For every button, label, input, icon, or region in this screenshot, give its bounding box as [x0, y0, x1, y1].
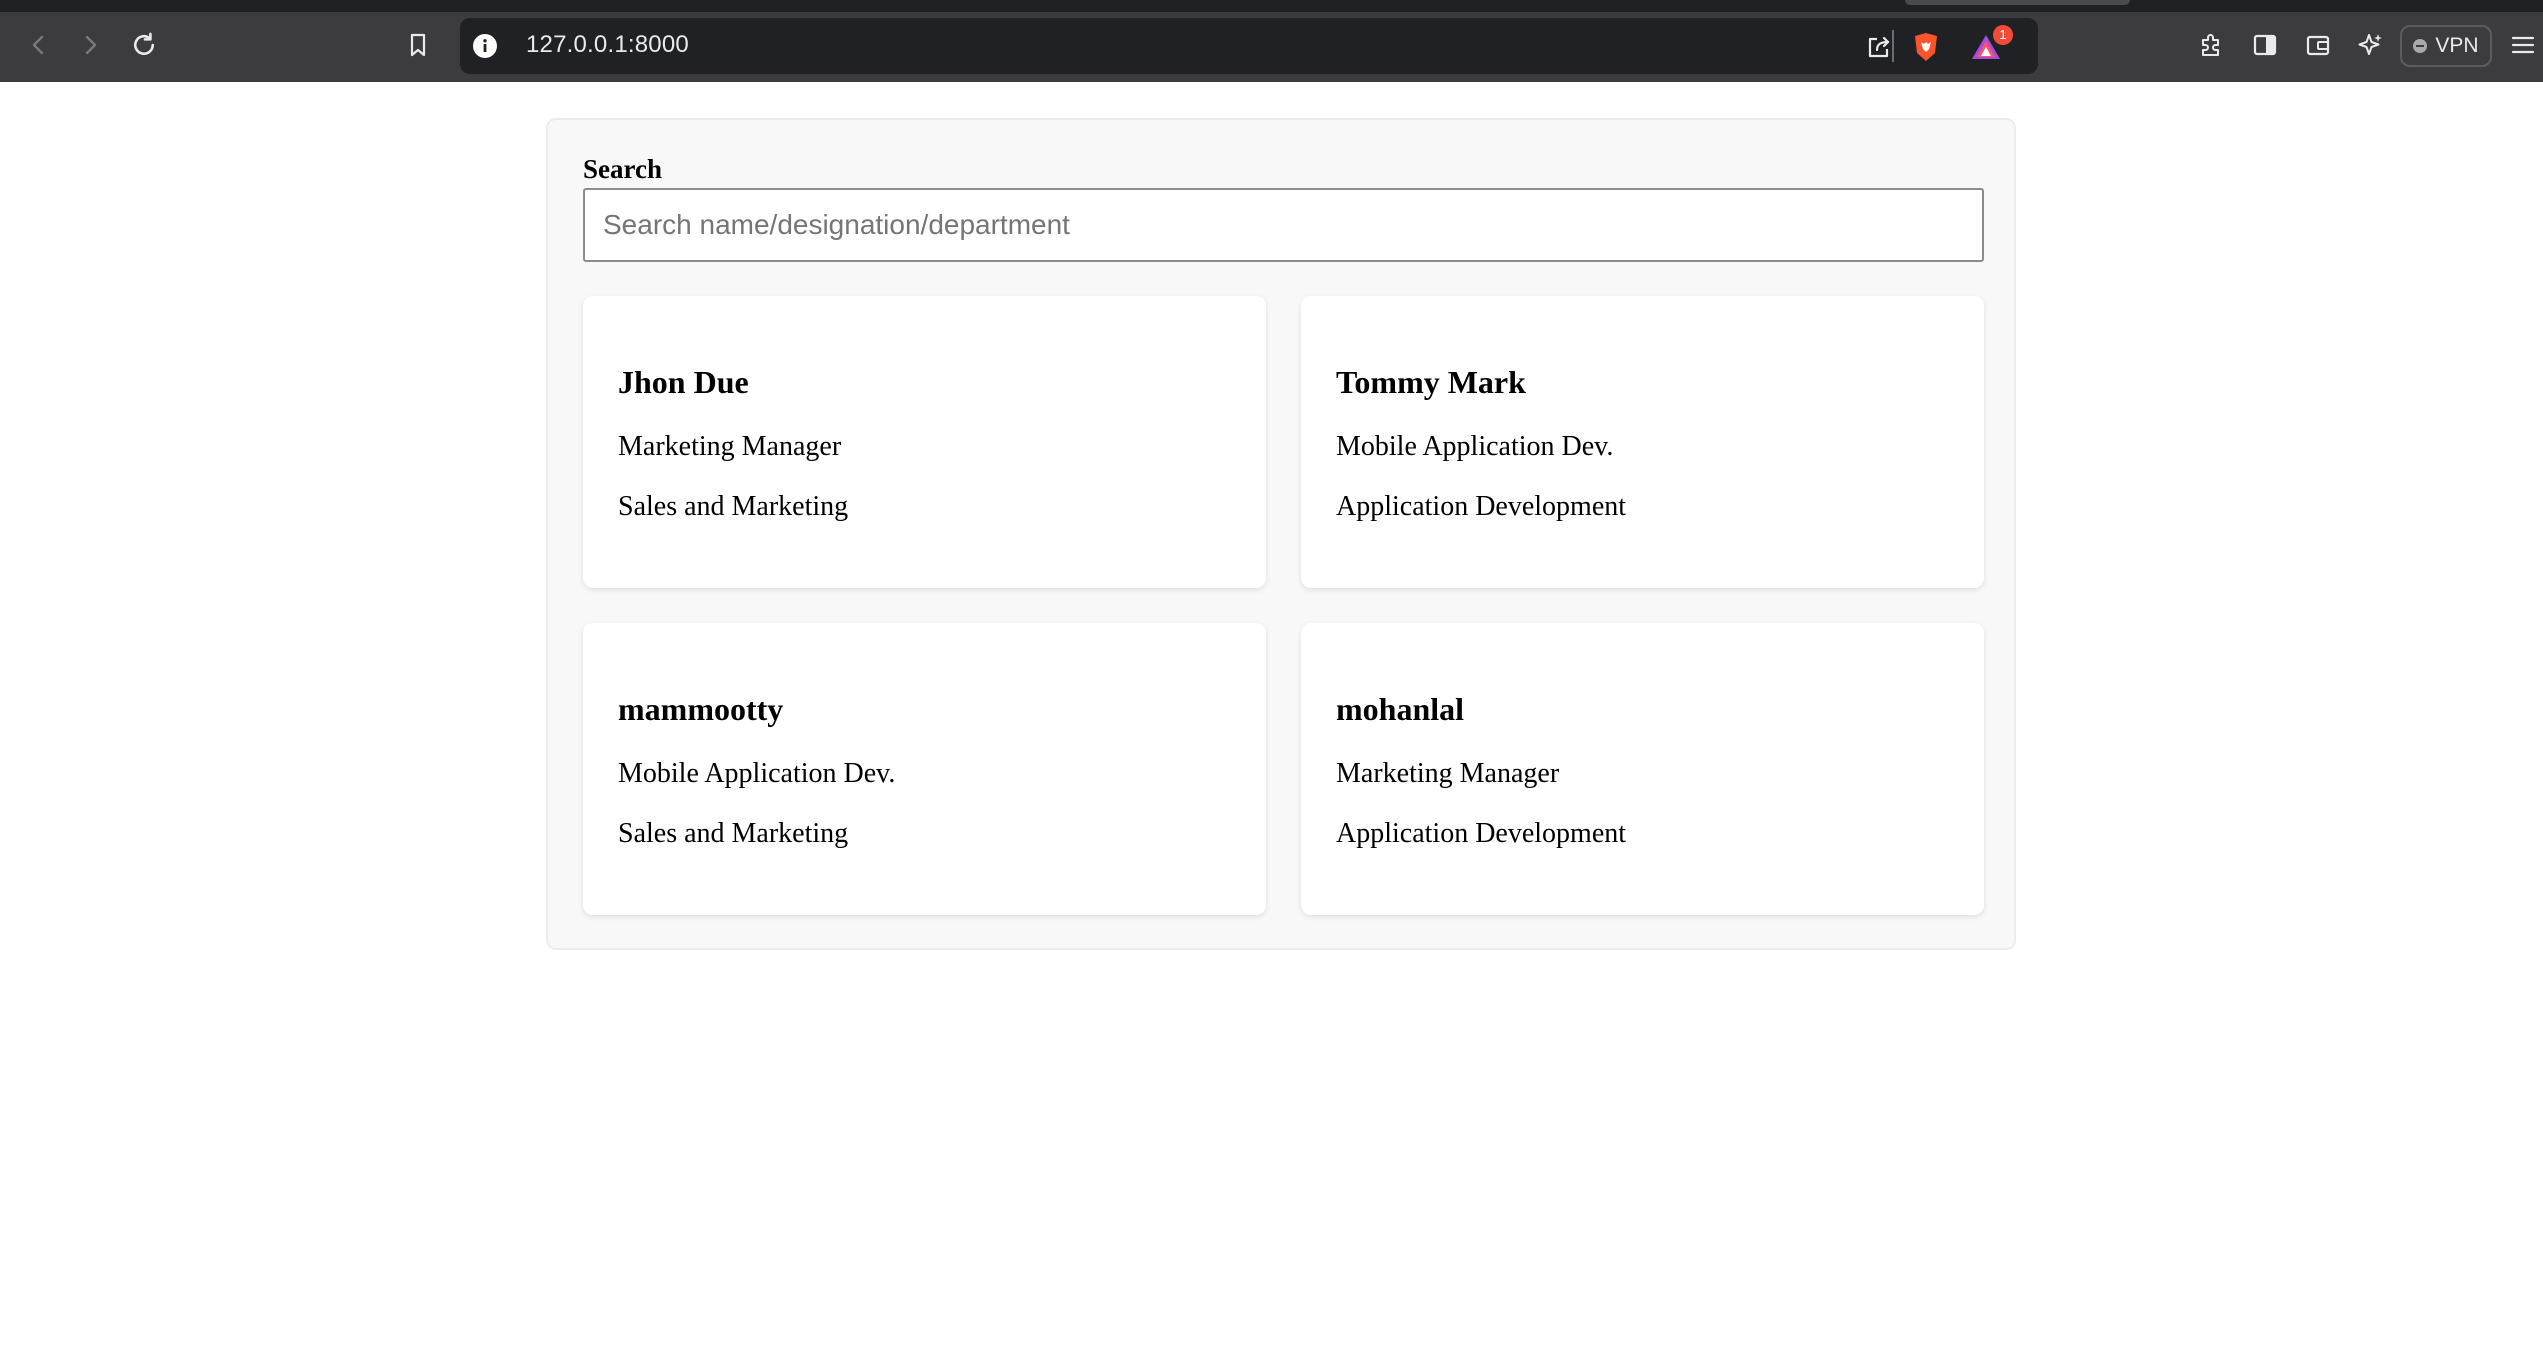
vpn-label: VPN — [2435, 34, 2479, 57]
reload-icon[interactable] — [126, 27, 162, 63]
employee-card: mammootty Mobile Application Dev. Sales … — [583, 623, 1266, 915]
employee-department: Sales and Marketing — [618, 818, 849, 849]
employee-designation: Mobile Application Dev. — [1336, 431, 1614, 462]
search-label: Search — [583, 154, 662, 184]
employee-name: mammootty — [618, 691, 784, 727]
employee-card: Jhon Due Marketing Manager Sales and Mar… — [583, 296, 1266, 588]
employee-designation: Marketing Manager — [618, 431, 842, 462]
employee-name: mohanlal — [1336, 691, 1465, 727]
vpn-button[interactable]: VPN — [2400, 25, 2492, 67]
employee-department: Sales and Marketing — [618, 491, 849, 522]
bookmark-icon[interactable] — [400, 27, 436, 63]
employee-department: Application Development — [1336, 491, 1627, 522]
menu-icon[interactable] — [2505, 27, 2541, 63]
share-icon[interactable] — [1863, 31, 1895, 63]
forward-icon[interactable] — [72, 27, 108, 63]
tab-strip — [0, 0, 2543, 12]
extensions-icon[interactable] — [2193, 27, 2229, 63]
divider — [1892, 30, 1894, 62]
brave-shields-icon[interactable] — [1910, 31, 1942, 63]
employee-department: Application Development — [1336, 818, 1627, 849]
url-text[interactable]: 127.0.0.1:8000 — [526, 31, 689, 59]
tab-edge[interactable] — [1905, 0, 2130, 5]
sidebar-icon[interactable] — [2247, 27, 2283, 63]
employee-card: mohanlal Marketing Manager Application D… — [1301, 623, 1984, 915]
employee-directory-panel: Search Jhon Due Marketing Manager Sales … — [546, 118, 2016, 950]
wallet-icon[interactable] — [2300, 27, 2336, 63]
employee-name: Jhon Due — [618, 364, 749, 400]
notification-badge: 1 — [1993, 25, 2013, 45]
employee-card: Tommy Mark Mobile Application Dev. Appli… — [1301, 296, 1984, 588]
info-icon[interactable] — [472, 33, 498, 59]
search-input[interactable] — [583, 188, 1984, 262]
address-bar[interactable]: 127.0.0.1:8000 — [460, 18, 2038, 74]
employee-designation: Mobile Application Dev. — [618, 758, 896, 789]
browser-toolbar: 127.0.0.1:8000 1 VPN — [0, 0, 2543, 82]
vpn-status-icon — [2413, 39, 2428, 53]
employee-designation: Marketing Manager — [1336, 758, 1560, 789]
leo-ai-icon[interactable] — [2353, 27, 2389, 63]
back-icon[interactable] — [21, 27, 57, 63]
employee-name: Tommy Mark — [1336, 364, 1526, 400]
